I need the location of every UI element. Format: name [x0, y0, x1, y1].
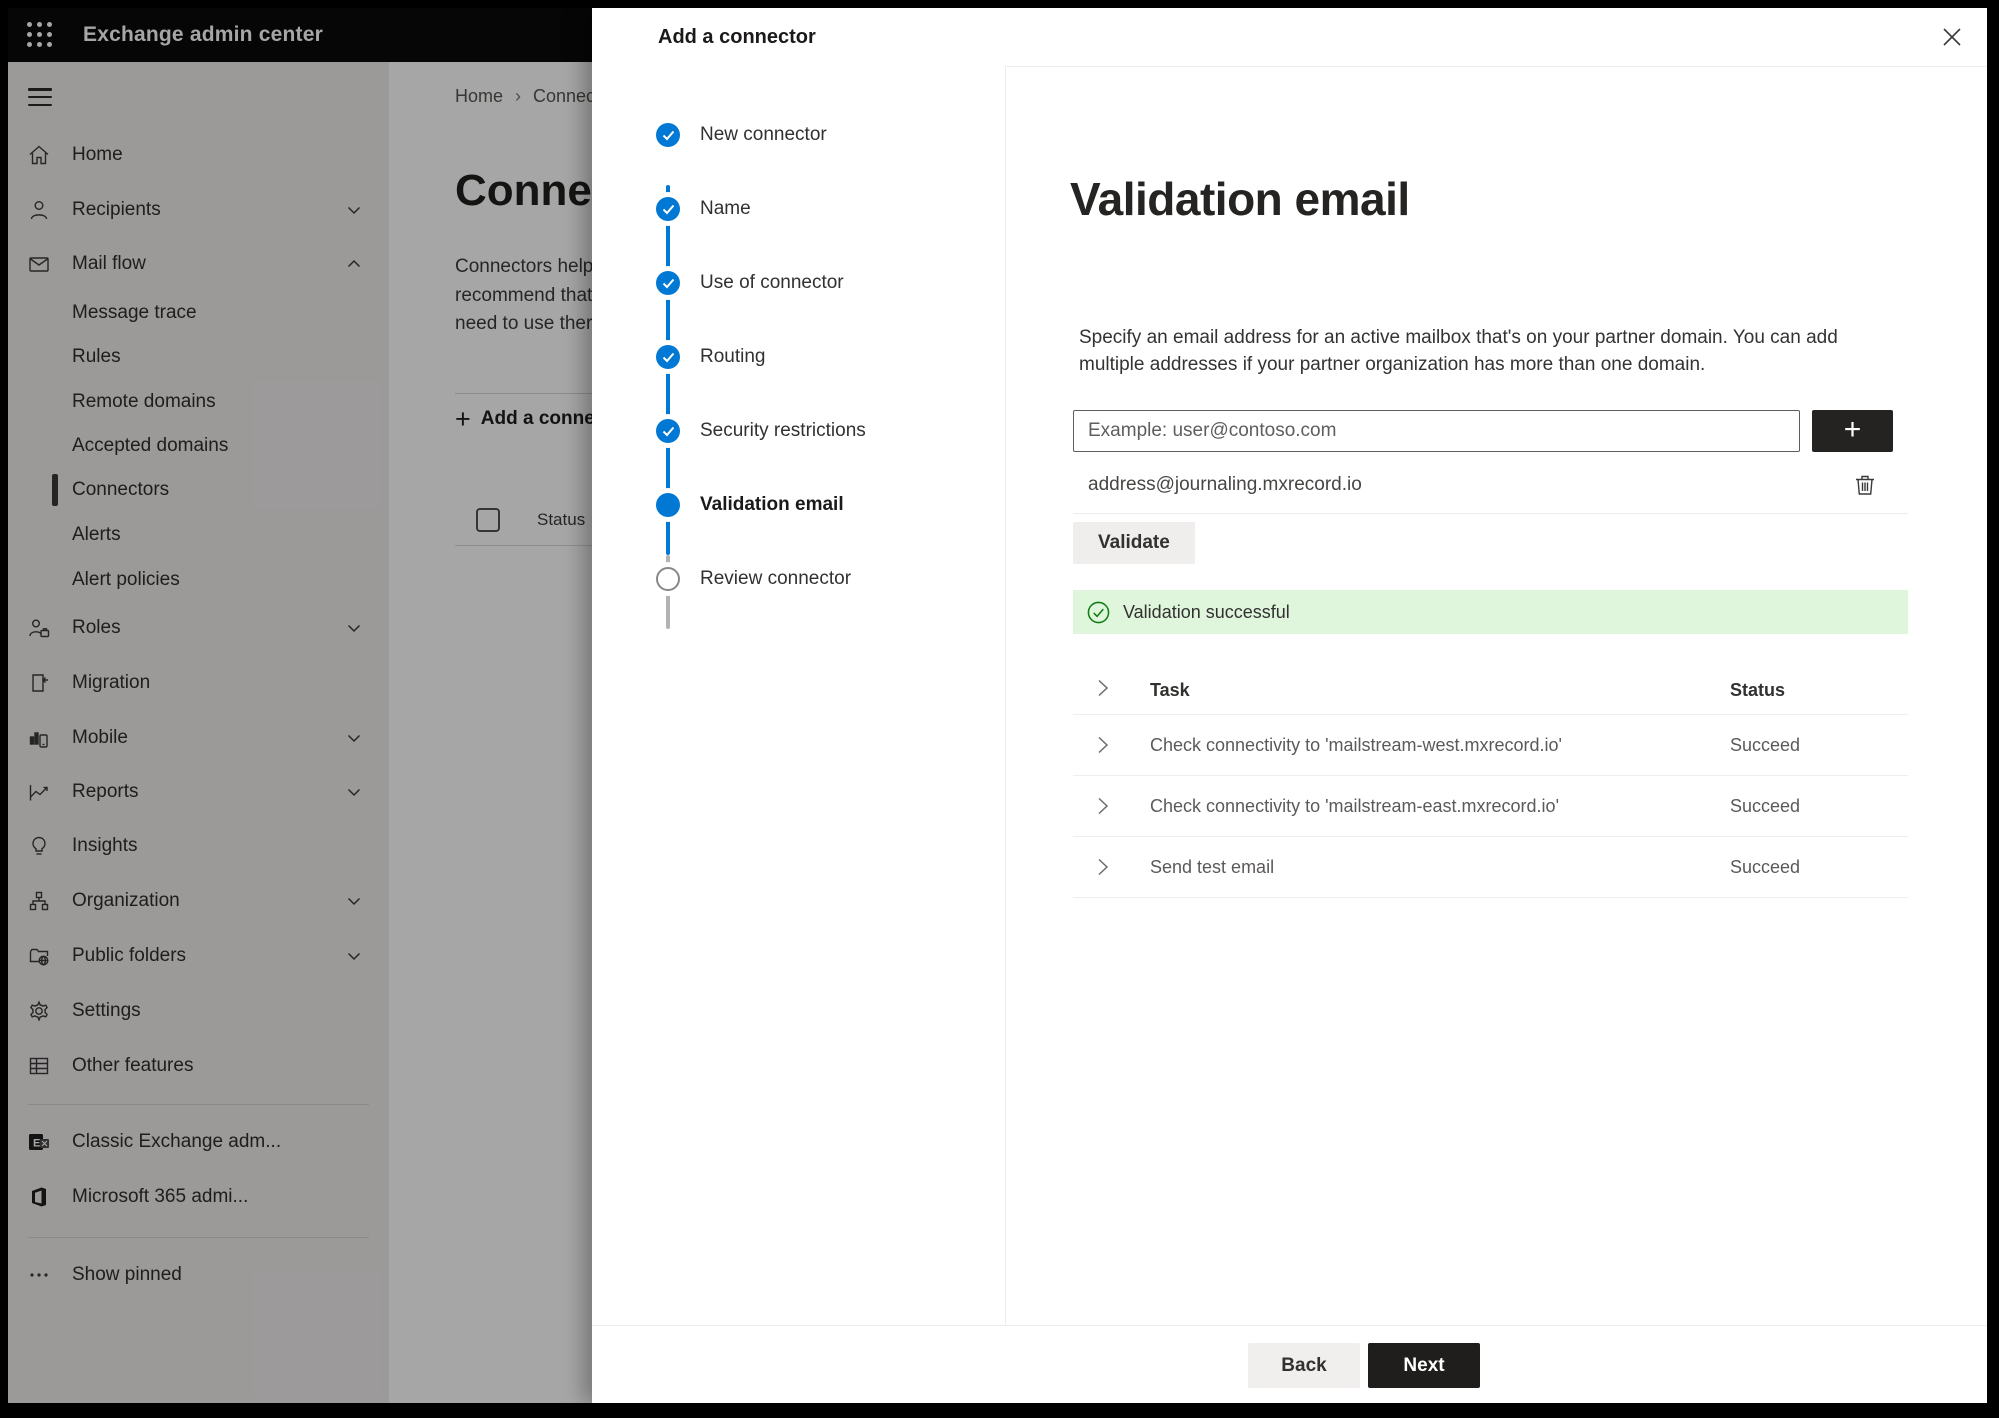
step-check-icon	[656, 197, 680, 221]
validate-button[interactable]: Validate	[1073, 522, 1195, 564]
address-email: address@journaling.mxrecord.io	[1088, 474, 1362, 495]
next-button[interactable]: Next	[1368, 1343, 1480, 1388]
wizard-step-routing[interactable]: Routing	[592, 342, 1005, 372]
divider	[592, 1325, 1987, 1326]
add-connector-panel: Add a connector New connector Name Use o…	[592, 8, 1987, 1403]
task-row: Check connectivity to 'mailstream-west.m…	[1073, 714, 1908, 776]
content-heading: Validation email	[1070, 173, 1410, 225]
expand-all-chevron-icon[interactable]	[1097, 679, 1109, 697]
wizard-step-review-connector[interactable]: Review connector	[592, 564, 1005, 594]
wizard-step-validation-email[interactable]: Validation email	[592, 490, 1005, 520]
panel-header: Add a connector	[592, 8, 1987, 67]
expand-row-chevron-icon[interactable]	[1097, 736, 1109, 754]
task-name: Send test email	[1150, 857, 1275, 877]
step-label: Security restrictions	[700, 420, 866, 441]
address-list-item: address@journaling.mxrecord.io	[1073, 466, 1908, 506]
wizard-step-new-connector[interactable]: New connector	[592, 120, 1005, 150]
email-address-input[interactable]	[1073, 410, 1800, 452]
task-status: Succeed	[1730, 735, 1801, 755]
panel-title: Add a connector	[658, 26, 816, 48]
task-column-header: Task	[1150, 680, 1190, 700]
step-check-icon	[656, 419, 680, 443]
step-pending-circle	[656, 567, 680, 591]
step-label: Review connector	[700, 568, 852, 589]
status-column-header: Status	[1730, 680, 1786, 700]
task-status: Succeed	[1730, 796, 1801, 816]
expand-row-chevron-icon[interactable]	[1097, 858, 1109, 876]
task-name: Check connectivity to 'mailstream-east.m…	[1150, 796, 1560, 816]
wizard-step-use-of-connector[interactable]: Use of connector	[592, 268, 1005, 298]
task-row: Send test email Succeed	[1073, 836, 1908, 898]
step-check-icon	[656, 271, 680, 295]
task-status: Succeed	[1730, 857, 1801, 877]
table-header-row: Task Status	[1073, 665, 1908, 714]
expand-row-chevron-icon[interactable]	[1097, 797, 1109, 815]
task-row: Check connectivity to 'mailstream-east.m…	[1073, 775, 1908, 837]
close-icon[interactable]	[1938, 23, 1966, 51]
add-address-button[interactable]: +	[1812, 410, 1893, 452]
step-label: Name	[700, 198, 751, 219]
validation-success-banner: Validation successful	[1073, 590, 1908, 634]
success-check-icon	[1087, 601, 1110, 623]
step-label: Use of connector	[700, 272, 844, 293]
step-check-icon	[656, 345, 680, 369]
task-name: Check connectivity to 'mailstream-west.m…	[1150, 735, 1562, 755]
step-label: Routing	[700, 346, 766, 367]
banner-text: Validation successful	[1123, 601, 1290, 622]
step-label: Validation email	[700, 494, 844, 515]
trash-icon[interactable]	[1850, 470, 1880, 500]
content-description: Specify an email address for an active m…	[1079, 327, 1838, 375]
wizard-step-security-restrictions[interactable]: Security restrictions	[592, 416, 1005, 446]
wizard-steps: New connector Name Use of connector Rout…	[592, 66, 1006, 1325]
wizard-step-name[interactable]: Name	[592, 194, 1005, 224]
back-button[interactable]: Back	[1248, 1343, 1360, 1388]
step-label: New connector	[700, 124, 827, 145]
step-current-dot	[656, 493, 680, 517]
divider	[1073, 513, 1908, 514]
step-check-icon	[656, 123, 680, 147]
divider	[1073, 897, 1908, 898]
